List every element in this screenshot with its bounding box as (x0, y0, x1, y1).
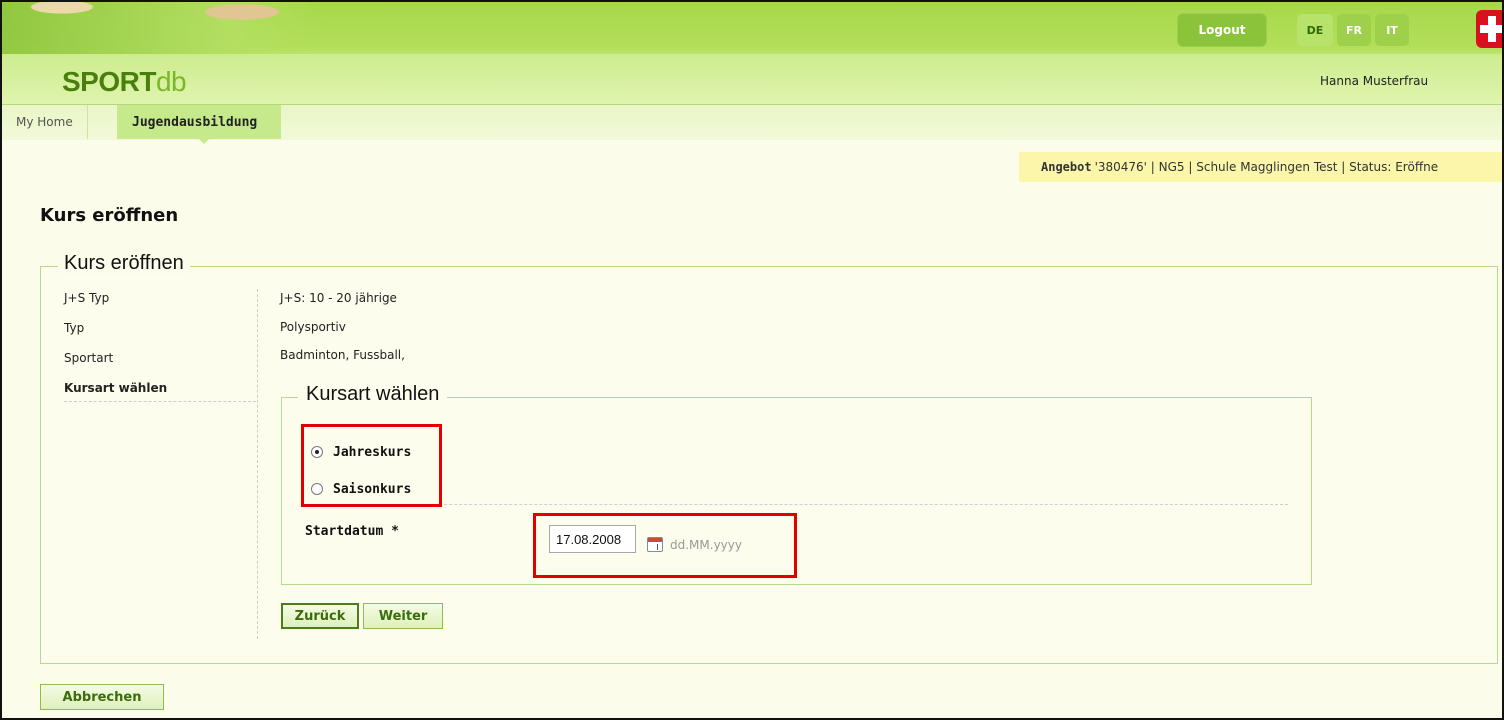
value-js-typ: J+S: 10 - 20 jährige (280, 291, 397, 305)
main-nav: My Home Jugendausbildung (2, 104, 1502, 140)
language-de-button[interactable]: DE (1297, 14, 1333, 46)
startdatum-label: Startdatum * (305, 524, 399, 539)
swiss-flag-icon (1476, 10, 1502, 48)
label-sportart: Sportart (64, 351, 114, 365)
label-typ: Typ (64, 321, 85, 335)
offer-label: Angebot (1041, 160, 1092, 174)
label-kursart: Kursart wählen (64, 381, 168, 395)
sportdb-logo[interactable]: SPORTdb (62, 66, 187, 98)
abbrechen-button[interactable]: Abbrechen (40, 684, 164, 710)
nav-item-my-home[interactable]: My Home (8, 105, 88, 139)
language-fr-button[interactable]: FR (1337, 14, 1371, 46)
nav-item-jugendausbildung[interactable]: Jugendausbildung (117, 105, 281, 139)
zurueck-button[interactable]: Zurück (281, 603, 359, 629)
label-js-typ: J+S Typ (64, 291, 110, 305)
language-it-button[interactable]: IT (1375, 14, 1409, 46)
header: SPORTdb Logout DE FR IT Hanna Musterfrau (2, 2, 1502, 104)
logout-button[interactable]: Logout (1177, 13, 1267, 47)
highlight-radio-box (301, 424, 442, 507)
header-photo (2, 2, 322, 62)
kursart-separator (304, 504, 1288, 505)
logo-text-db: db (155, 66, 187, 97)
fieldset-legend: Kurs eröffnen (58, 252, 190, 275)
page-title: Kurs eröffnen (40, 205, 179, 226)
header-band (2, 54, 1502, 104)
logo-text-sport: SPORT (62, 66, 156, 97)
column-divider (257, 289, 258, 639)
label-separator (64, 401, 256, 402)
highlight-date-box (533, 513, 797, 578)
browser-frame: SPORTdb Logout DE FR IT Hanna Musterfrau… (0, 0, 1504, 720)
offer-info-bar: Angebot '380476' | NG5 | Schule Maggling… (1019, 152, 1502, 182)
nav-active-indicator (198, 138, 210, 144)
offer-details: '380476' | NG5 | Schule Magglingen Test … (1094, 160, 1439, 174)
value-sportart: Badminton, Fussball, (280, 348, 405, 362)
value-typ: Polysportiv (280, 320, 346, 334)
kursart-legend: Kursart wählen (298, 383, 448, 406)
user-name: Hanna Musterfrau (1320, 74, 1429, 88)
weiter-button[interactable]: Weiter (363, 603, 443, 629)
